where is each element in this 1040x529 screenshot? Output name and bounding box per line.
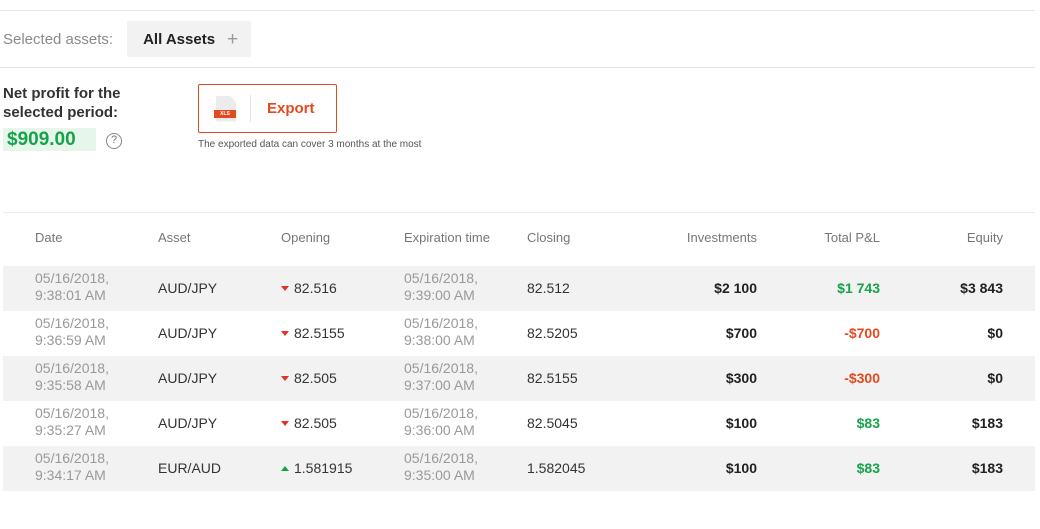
trades-table: 05/16/2018, 9:38:01 AM AUD/JPY 82.516 05/…: [3, 266, 1035, 491]
equity-cell: $3 843: [960, 280, 1003, 296]
export-button[interactable]: XLS Export: [198, 84, 337, 133]
investments-cell: $100: [725, 415, 757, 431]
closing-cell: 82.5205: [527, 325, 578, 341]
asset-cell: AUD/JPY: [158, 280, 218, 296]
table-row[interactable]: 05/16/2018, 9:38:01 AM AUD/JPY 82.516 05/…: [3, 266, 1035, 311]
expiration-cell: 05/16/2018, 9:37:00 AM: [404, 360, 478, 393]
down-arrow-icon: [281, 421, 289, 426]
total-pl-cell: $83: [856, 415, 880, 431]
expiration-cell: 05/16/2018, 9:38:00 AM: [404, 315, 478, 348]
closing-cell: 1.582045: [527, 460, 586, 476]
total-pl-cell: -$300: [844, 370, 880, 386]
date-cell: 05/16/2018, 9:35:58 AM: [35, 360, 109, 393]
total-pl-cell: $83: [856, 460, 880, 476]
total-pl-cell: $1 743: [837, 280, 880, 296]
xls-badge: XLS: [214, 109, 236, 118]
header-expiration[interactable]: Expiration time: [404, 230, 514, 245]
table-row[interactable]: 05/16/2018, 9:35:27 AM AUD/JPY 82.505 05/…: [3, 401, 1035, 446]
top-divider: [0, 10, 1035, 11]
equity-cell: $183: [971, 460, 1003, 476]
help-icon[interactable]: ?: [106, 133, 122, 149]
all-assets-chip[interactable]: All Assets +: [127, 21, 252, 57]
asset-cell: AUD/JPY: [158, 325, 218, 341]
investments-cell: $100: [725, 460, 757, 476]
table-row[interactable]: 05/16/2018, 9:34:17 AM EUR/AUD 1.581915 0…: [3, 446, 1035, 491]
net-profit-title: Net profit for the selected period:: [3, 85, 121, 121]
header-total-pl[interactable]: Total P&L: [770, 230, 880, 245]
header-equity[interactable]: Equity: [893, 230, 1003, 245]
asset-cell: EUR/AUD: [158, 460, 222, 476]
table-divider: [3, 212, 1035, 213]
date-cell: 05/16/2018, 9:38:01 AM: [35, 270, 109, 303]
table-row[interactable]: 05/16/2018, 9:36:59 AM AUD/JPY 82.5155 05…: [3, 311, 1035, 356]
header-asset[interactable]: Asset: [158, 230, 268, 245]
expiration-cell: 05/16/2018, 9:35:00 AM: [404, 450, 478, 483]
equity-cell: $0: [987, 370, 1003, 386]
asset-chip-label: All Assets: [143, 30, 216, 48]
investments-cell: $300: [725, 370, 757, 386]
header-closing[interactable]: Closing: [527, 230, 637, 245]
opening-cell: 1.581915: [281, 459, 391, 478]
header-opening[interactable]: Opening: [281, 230, 391, 245]
opening-cell: 82.5155: [281, 324, 391, 343]
closing-cell: 82.512: [527, 280, 570, 296]
header-date[interactable]: Date: [35, 230, 145, 245]
export-divider: [250, 95, 251, 122]
filter-divider: [0, 67, 1035, 68]
opening-cell: 82.505: [281, 414, 391, 433]
export-label: Export: [267, 100, 315, 117]
export-note: The exported data can cover 3 months at …: [198, 139, 422, 150]
date-cell: 05/16/2018, 9:34:17 AM: [35, 450, 109, 483]
investments-cell: $2 100: [714, 280, 757, 296]
up-arrow-icon: [281, 466, 289, 471]
down-arrow-icon: [281, 331, 289, 336]
asset-cell: AUD/JPY: [158, 370, 218, 386]
closing-cell: 82.5045: [527, 415, 578, 431]
plus-icon[interactable]: +: [227, 30, 238, 49]
closing-cell: 82.5155: [527, 370, 578, 386]
expiration-cell: 05/16/2018, 9:36:00 AM: [404, 405, 478, 438]
investments-cell: $700: [725, 325, 757, 341]
selected-assets-label: Selected assets:: [3, 30, 114, 48]
date-cell: 05/16/2018, 9:36:59 AM: [35, 315, 109, 348]
table-row[interactable]: 05/16/2018, 9:35:58 AM AUD/JPY 82.505 05/…: [3, 356, 1035, 401]
opening-cell: 82.505: [281, 369, 391, 388]
equity-cell: $0: [987, 325, 1003, 341]
header-investments[interactable]: Investments: [637, 230, 757, 245]
expiration-cell: 05/16/2018, 9:39:00 AM: [404, 270, 478, 303]
net-profit-value: $909.00: [3, 128, 96, 151]
asset-cell: AUD/JPY: [158, 415, 218, 431]
down-arrow-icon: [281, 286, 289, 291]
xls-file-icon: XLS: [214, 95, 236, 122]
table-header: Date Asset Opening Expiration time Closi…: [3, 230, 1035, 250]
asset-filter-bar: Selected assets: All Assets +: [3, 21, 252, 57]
down-arrow-icon: [281, 376, 289, 381]
total-pl-cell: -$700: [844, 325, 880, 341]
date-cell: 05/16/2018, 9:35:27 AM: [35, 405, 109, 438]
opening-cell: 82.516: [281, 279, 391, 298]
equity-cell: $183: [971, 415, 1003, 431]
